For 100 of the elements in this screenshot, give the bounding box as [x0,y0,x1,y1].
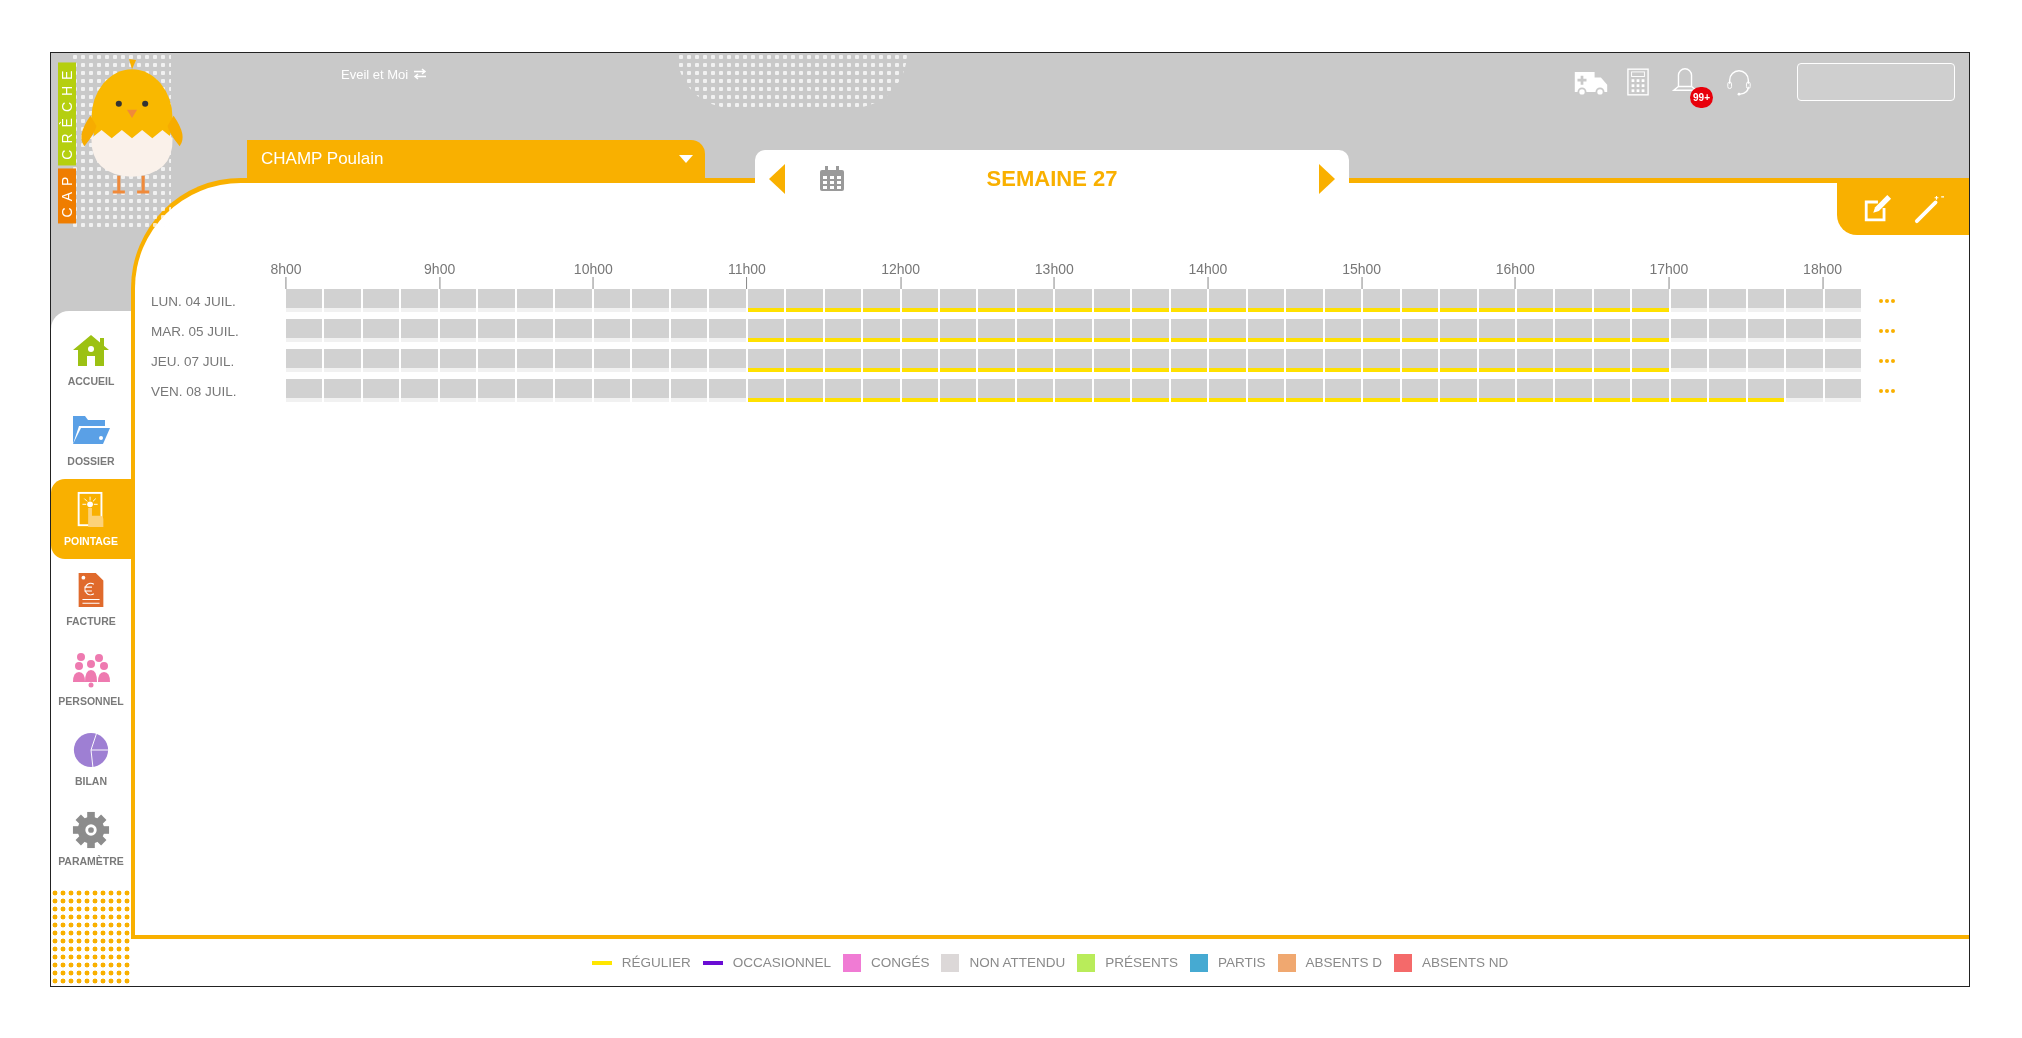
calendar-icon[interactable] [819,166,845,192]
time-slot[interactable] [1132,289,1171,313]
time-slot[interactable] [786,349,825,373]
time-slot[interactable] [1517,349,1556,373]
time-slot[interactable] [1247,319,1287,343]
next-week-button[interactable] [1319,164,1335,194]
time-slot[interactable] [863,379,902,403]
time-slot[interactable] [593,349,633,373]
time-slot[interactable] [824,379,864,403]
time-slot[interactable] [1709,289,1748,313]
time-slot[interactable] [1670,289,1710,313]
time-slot[interactable] [632,379,671,403]
time-slot[interactable] [439,289,479,313]
time-slot[interactable] [286,289,325,313]
time-slot[interactable] [1401,349,1441,373]
calculator-icon[interactable] [1627,68,1649,96]
time-slot[interactable] [1517,379,1556,403]
time-slot[interactable] [1170,349,1210,373]
time-slot[interactable] [1170,379,1210,403]
time-slot[interactable] [978,319,1017,343]
sidebar-item[interactable]: FACTURE [51,559,131,639]
time-slot[interactable] [362,349,402,373]
swap-icon[interactable] [413,68,428,80]
time-slot[interactable] [1324,349,1364,373]
time-slot[interactable] [1555,319,1594,343]
time-slot[interactable] [401,349,440,373]
time-slot[interactable] [555,349,594,373]
time-slot[interactable] [555,319,594,343]
time-slot[interactable] [1632,349,1671,373]
time-slot[interactable] [1670,319,1710,343]
time-slot[interactable] [1093,379,1133,403]
time-slot[interactable] [1324,289,1364,313]
time-slot[interactable] [1747,319,1787,343]
time-slot[interactable] [401,379,440,403]
time-slot[interactable] [1824,319,1862,343]
time-slot[interactable] [1209,319,1248,343]
sidebar-item[interactable]: ACCUEIL [51,319,131,399]
more-icon[interactable] [1879,389,1895,393]
time-slot[interactable] [555,289,594,313]
time-slot[interactable] [478,319,517,343]
time-slot[interactable] [1824,379,1862,403]
time-slot[interactable] [1016,319,1056,343]
time-slot[interactable] [670,289,710,313]
time-slot[interactable] [1555,289,1594,313]
time-slot[interactable] [1401,379,1441,403]
time-slot[interactable] [1632,289,1671,313]
time-slot[interactable] [1670,349,1710,373]
time-slot[interactable] [1363,319,1402,343]
time-slot[interactable] [478,379,517,403]
time-slot[interactable] [324,349,363,373]
time-slot[interactable] [362,289,402,313]
time-slot[interactable] [1093,289,1133,313]
time-slot[interactable] [978,379,1017,403]
time-slot[interactable] [1055,289,1094,313]
time-slot[interactable] [863,349,902,373]
time-slot[interactable] [439,349,479,373]
time-slot[interactable] [709,319,748,343]
time-slot[interactable] [1016,349,1056,373]
time-slot[interactable] [324,319,363,343]
time-slot[interactable] [555,379,594,403]
time-slot[interactable] [286,349,325,373]
time-slot[interactable] [1093,319,1133,343]
time-slot[interactable] [1363,289,1402,313]
time-slot[interactable] [1055,349,1094,373]
time-slot[interactable] [1593,289,1633,313]
time-slot[interactable] [978,349,1017,373]
header-field[interactable] [1797,63,1955,101]
time-slot[interactable] [901,319,940,343]
time-slot[interactable] [1747,349,1787,373]
time-slot[interactable] [786,379,825,403]
time-slot[interactable] [593,289,633,313]
time-slot[interactable] [786,319,825,343]
time-slot[interactable] [978,289,1017,313]
time-slot[interactable] [632,289,671,313]
time-slot[interactable] [1286,319,1325,343]
time-slot[interactable] [286,319,325,343]
time-slot[interactable] [1286,289,1325,313]
time-slot[interactable] [1286,349,1325,373]
time-slot[interactable] [1824,289,1862,313]
time-slot[interactable] [824,319,864,343]
time-slot[interactable] [362,379,402,403]
time-slot[interactable] [939,289,979,313]
time-slot[interactable] [1440,289,1479,313]
time-slot[interactable] [1132,319,1171,343]
time-slot[interactable] [478,289,517,313]
time-slot[interactable] [401,319,440,343]
time-slot[interactable] [670,319,710,343]
time-slot[interactable] [324,289,363,313]
time-slot[interactable] [516,319,556,343]
time-slot[interactable] [1478,349,1517,373]
time-slot[interactable] [939,349,979,373]
time-slot[interactable] [901,349,940,373]
time-slot[interactable] [1401,319,1441,343]
time-slot[interactable] [1363,349,1402,373]
time-slot[interactable] [1247,349,1287,373]
time-slot[interactable] [439,319,479,343]
time-slot[interactable] [863,289,902,313]
previous-week-button[interactable] [769,164,785,194]
more-icon[interactable] [1879,299,1895,303]
time-slot[interactable] [1709,379,1748,403]
